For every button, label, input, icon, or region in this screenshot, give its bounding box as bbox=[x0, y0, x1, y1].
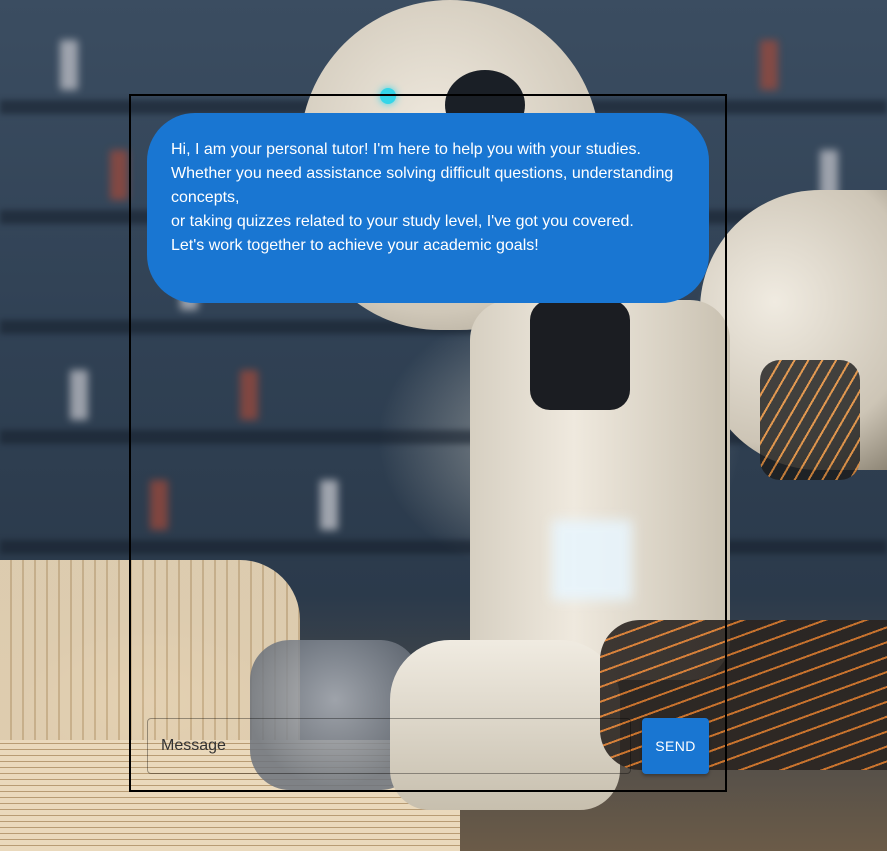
tutor-message-bubble: Hi, I am your personal tutor! I'm here t… bbox=[147, 113, 709, 303]
message-field[interactable] bbox=[147, 718, 631, 774]
background-book bbox=[70, 370, 88, 420]
background-book bbox=[760, 40, 778, 90]
robot-wires bbox=[760, 360, 860, 480]
background-book bbox=[110, 150, 128, 200]
message-input[interactable] bbox=[148, 719, 630, 773]
tutor-chat-page: Hi, I am your personal tutor! I'm here t… bbox=[0, 0, 887, 851]
background-book bbox=[60, 40, 78, 90]
send-button[interactable]: SEND bbox=[642, 718, 709, 774]
